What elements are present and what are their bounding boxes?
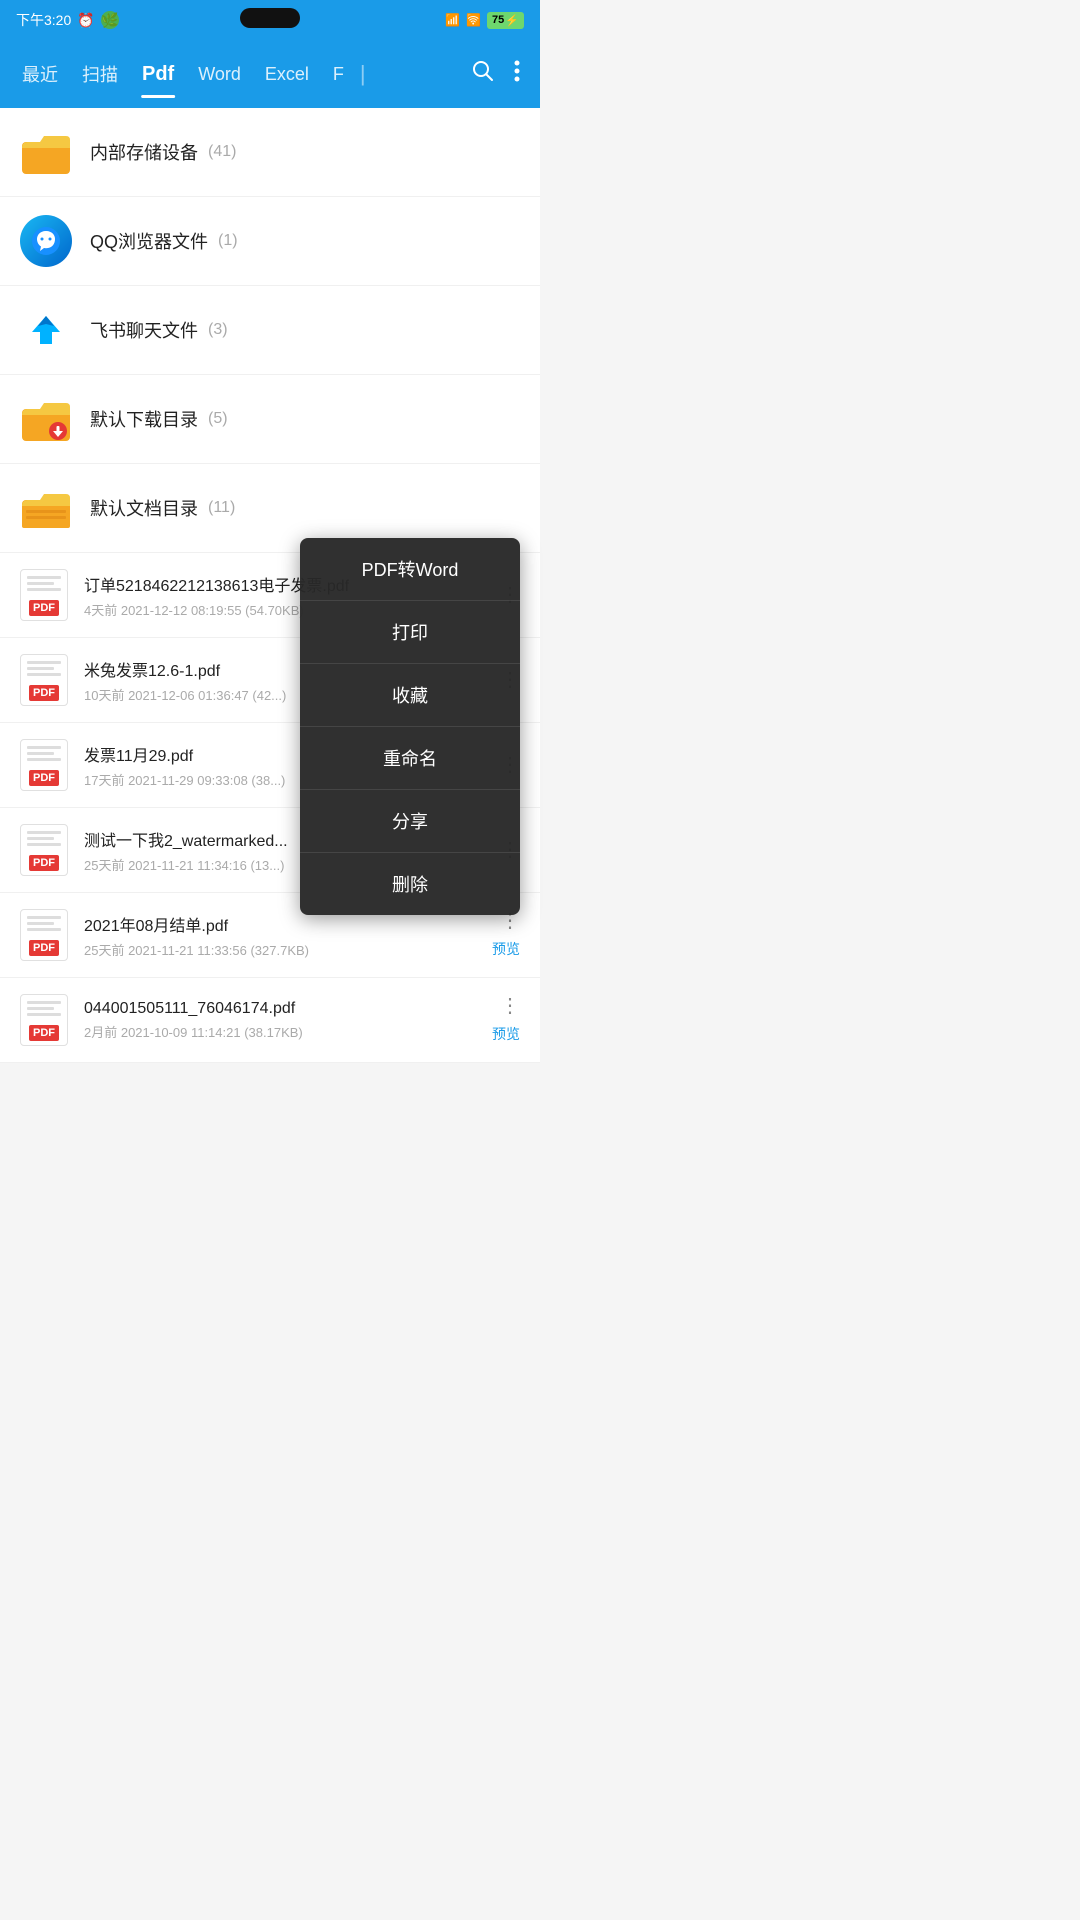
folder-count-docs: (11) <box>208 499 235 517</box>
folder-name-feishu: 飞书聊天文件 <box>90 317 198 343</box>
notch <box>240 8 300 28</box>
search-icon <box>472 60 494 82</box>
file-actions-5: ⋮ 预览 <box>492 996 520 1044</box>
context-menu-item-share[interactable]: 分享 <box>300 790 520 853</box>
app-icon: 🌿 <box>101 11 119 29</box>
folder-item-storage[interactable]: 内部存储设备 (41) <box>0 108 540 197</box>
folder-item-qq[interactable]: QQ浏览器文件 (1) <box>0 197 540 286</box>
preview-button-4[interactable]: 预览 <box>492 939 520 959</box>
feishu-app-icon <box>20 304 72 356</box>
tab-word[interactable]: Word <box>186 56 253 93</box>
tab-scan[interactable]: 扫描 <box>70 53 130 95</box>
status-left: 下午3:20 ⏰ 🌿 <box>16 10 119 30</box>
pdf-file-icon-1: PDF <box>20 654 68 706</box>
file-name-5: 044001505111_76046174.pdf <box>84 1000 484 1018</box>
folder-icon-docs <box>20 482 72 534</box>
folder-count-storage: (41) <box>208 143 236 161</box>
battery-indicator: 75 ⚡ <box>487 12 524 29</box>
folder-name-docs: 默认文档目录 <box>90 495 198 521</box>
battery-level: 75 <box>492 14 504 26</box>
more-icon <box>514 60 520 82</box>
pdf-file-icon-4: PDF <box>20 909 68 961</box>
pdf-file-icon-5: PDF <box>20 994 68 1046</box>
file-meta-5: 2月前 2021-10-09 11:14:21 (38.17KB) <box>84 1022 484 1041</box>
folder-item-download[interactable]: 默认下载目录 (5) <box>0 375 540 464</box>
folder-icon-download <box>20 393 72 445</box>
search-button[interactable] <box>462 52 504 96</box>
pdf-file-icon-0: PDF <box>20 569 68 621</box>
context-menu-item-print[interactable]: 打印 <box>300 601 520 664</box>
tab-f[interactable]: F <box>321 56 356 93</box>
folder-count-feishu: (3) <box>208 321 228 339</box>
folder-body-storage: 内部存储设备 (41) <box>90 139 236 165</box>
file-actions-4: ⋮ 预览 <box>492 911 520 959</box>
folder-count-download: (5) <box>208 410 228 428</box>
folder-icon-storage <box>20 126 72 178</box>
top-navigation: 最近 扫描 Pdf Word Excel F | <box>0 40 540 108</box>
qq-browser-icon <box>20 215 72 267</box>
pdf-file-icon-2: PDF <box>20 739 68 791</box>
file-info-5: 044001505111_76046174.pdf 2月前 2021-10-09… <box>84 1000 484 1041</box>
tab-pdf[interactable]: Pdf <box>130 55 186 94</box>
preview-button-5[interactable]: 预览 <box>492 1024 520 1044</box>
file-list: 内部存储设备 (41) QQ浏览器文件 (1) <box>0 108 540 1063</box>
time-display: 下午3:20 <box>16 10 71 30</box>
context-menu[interactable]: PDF转Word 打印 收藏 重命名 分享 删除 <box>300 538 520 915</box>
context-menu-item-delete[interactable]: 删除 <box>300 853 520 915</box>
folder-count-qq: (1) <box>218 232 238 250</box>
folder-item-feishu[interactable]: 飞书聊天文件 (3) <box>0 286 540 375</box>
more-button-5[interactable]: ⋮ <box>500 996 520 1016</box>
wifi-icon: 🛜 <box>466 13 481 27</box>
context-menu-item-pdf-to-word[interactable]: PDF转Word <box>300 538 520 601</box>
nav-divider: | <box>356 61 370 87</box>
folder-name-qq: QQ浏览器文件 <box>90 228 208 254</box>
file-item-5[interactable]: PDF 044001505111_76046174.pdf 2月前 2021-1… <box>0 978 540 1063</box>
file-info-4: 2021年08月结单.pdf 25天前 2021-11-21 11:33:56 … <box>84 912 484 959</box>
folder-icon-qq <box>20 215 72 267</box>
folder-icon-feishu <box>20 304 72 356</box>
context-menu-item-favorite[interactable]: 收藏 <box>300 664 520 727</box>
file-name-4: 2021年08月结单.pdf <box>84 912 484 936</box>
folder-body-feishu: 飞书聊天文件 (3) <box>90 317 228 343</box>
file-meta-4: 25天前 2021-11-21 11:33:56 (327.7KB) <box>84 940 484 959</box>
folder-body-docs: 默认文档目录 (11) <box>90 495 235 521</box>
context-menu-item-rename[interactable]: 重命名 <box>300 727 520 790</box>
status-bar: 下午3:20 ⏰ 🌿 📶 🛜 75 ⚡ <box>0 0 540 40</box>
folder-body-qq: QQ浏览器文件 (1) <box>90 228 238 254</box>
status-right: 📶 🛜 75 ⚡ <box>445 12 524 29</box>
signal-icon: 📶 <box>445 13 460 27</box>
pdf-file-icon-3: PDF <box>20 824 68 876</box>
tab-excel[interactable]: Excel <box>253 56 321 93</box>
alarm-icon: ⏰ <box>77 12 94 29</box>
tab-recent[interactable]: 最近 <box>10 53 70 95</box>
more-menu-button[interactable] <box>504 52 530 96</box>
folder-name-download: 默认下载目录 <box>90 406 198 432</box>
folder-body-download: 默认下载目录 (5) <box>90 406 228 432</box>
folder-name-storage: 内部存储设备 <box>90 139 198 165</box>
